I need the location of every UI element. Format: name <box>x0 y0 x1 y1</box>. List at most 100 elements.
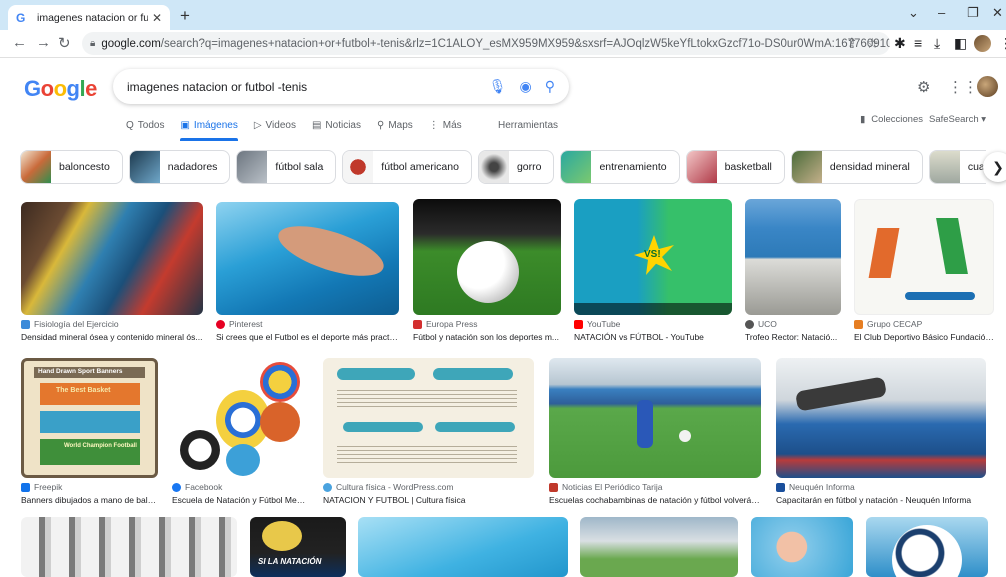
result-image[interactable] <box>751 517 853 577</box>
reload-icon[interactable]: ↻ <box>58 34 71 52</box>
reading-list-icon[interactable]: ≡ <box>914 35 922 51</box>
account-avatar[interactable] <box>977 76 998 97</box>
chip[interactable]: fútbol americano <box>342 150 472 184</box>
minimize-icon[interactable]: – <box>938 5 945 20</box>
image-result[interactable]: Cultura física - WordPress.com NATACION … <box>323 358 534 505</box>
chip[interactable]: basketball <box>685 150 785 184</box>
result-caption[interactable]: Si crees que el Futbol es el deporte más… <box>216 332 399 342</box>
result-image[interactable] <box>580 517 738 577</box>
tab-maps[interactable]: ⚲ Maps <box>377 120 413 131</box>
image-result[interactable]: Neuquén Informa Capacitarán en fútbol y … <box>776 358 986 505</box>
chevron-right-icon[interactable]: ❯ <box>983 152 1006 182</box>
result-caption[interactable]: Capacitarán en fútbol y natación - Neuqu… <box>776 495 986 505</box>
tab-news[interactable]: ▤ Noticias <box>312 120 361 131</box>
search-input[interactable]: imagenes natacion or futbol -tenis <box>127 80 476 94</box>
result-caption[interactable]: Escuela de Natación y Fútbol Medr... <box>172 495 309 505</box>
share-icon[interactable]: ⇪ <box>846 35 858 52</box>
chip[interactable]: densidad mineral <box>790 150 923 184</box>
close-tab-icon[interactable]: ✕ <box>152 11 162 25</box>
image-result[interactable]: Facebook Escuela de Natación y Fútbol Me… <box>172 358 309 505</box>
result-image[interactable] <box>854 199 994 315</box>
chip[interactable]: entrenamiento <box>560 150 680 184</box>
result-caption[interactable]: Densidad mineral ósea y contenido minera… <box>21 332 203 342</box>
image-result[interactable] <box>866 517 988 577</box>
result-image[interactable]: VS! <box>574 199 732 315</box>
address-bar[interactable]: 🔒︎ google.com/search?q=imagenes+natacion… <box>82 32 890 55</box>
chip[interactable]: fútbol sala <box>236 150 337 184</box>
result-image[interactable] <box>21 517 237 577</box>
image-result[interactable]: Hand Drawn Sport Banners The Best Basket… <box>21 358 158 505</box>
image-result[interactable]: Grupo CECAP El Club Deportivo Básico Fun… <box>854 199 994 342</box>
result-image[interactable] <box>549 358 761 478</box>
result-source[interactable]: Freepik <box>21 482 158 492</box>
result-source[interactable]: UCO <box>745 319 841 329</box>
chip[interactable]: gorro <box>477 150 555 184</box>
image-result[interactable] <box>21 517 237 577</box>
settings-gear-icon[interactable]: ⚙ <box>917 78 930 96</box>
result-source[interactable]: Cultura física - WordPress.com <box>323 482 534 492</box>
result-source[interactable]: Grupo CECAP <box>854 319 994 329</box>
result-caption[interactable]: NATACIÓN vs FÚTBOL - YouTube <box>574 332 732 342</box>
collections-link[interactable]: Colecciones <box>871 114 923 125</box>
search-box[interactable]: imagenes natacion or futbol -tenis 🎙︎ ◉ … <box>113 69 569 104</box>
result-image[interactable] <box>776 358 986 478</box>
tab-images[interactable]: ▣ Imágenes <box>180 120 237 131</box>
tab-videos[interactable]: ▷ Videos <box>254 120 296 131</box>
browser-tab[interactable]: G imagenes natacion or futbol -ten ✕ <box>8 5 170 30</box>
result-source[interactable]: Neuquén Informa <box>776 482 986 492</box>
result-image[interactable] <box>358 517 568 577</box>
result-image[interactable] <box>413 199 561 315</box>
safesearch-dropdown[interactable]: SafeSearch ▾ <box>929 114 986 125</box>
forward-icon[interactable]: → <box>36 34 51 51</box>
result-caption[interactable]: Fútbol y natación son los deportes m... <box>413 332 561 342</box>
result-source[interactable]: Fisiología del Ejercicio <box>21 319 203 329</box>
result-image[interactable]: SI LA NATACIÓN <box>250 517 346 577</box>
image-result[interactable]: Noticias El Periódico Tarija Escuelas co… <box>549 358 761 505</box>
google-logo[interactable]: Google <box>24 76 97 102</box>
tab-all[interactable]: Q Todos <box>126 120 164 131</box>
chip[interactable]: nadadores <box>128 150 231 184</box>
chip[interactable]: cuadro compara <box>928 150 986 184</box>
result-source[interactable]: Facebook <box>172 482 309 492</box>
microphone-icon[interactable]: 🎙︎ <box>489 78 507 95</box>
result-image[interactable]: Hand Drawn Sport Banners The Best Basket… <box>21 358 158 478</box>
result-caption[interactable]: Banners dibujados a mano de balo... <box>21 495 158 505</box>
image-result[interactable]: Pinterest Si crees que el Futbol es el d… <box>216 202 399 342</box>
image-result[interactable]: UCO Trofeo Rector: Natació... <box>745 199 841 342</box>
image-result[interactable]: SI LA NATACIÓN <box>250 517 346 577</box>
chrome-menu-icon[interactable]: ⋮ <box>999 35 1006 52</box>
result-image[interactable] <box>216 202 399 315</box>
result-caption[interactable]: Escuelas cochabambinas de natación y fút… <box>549 495 761 505</box>
search-icon[interactable]: ⚲ <box>545 78 555 95</box>
image-result[interactable] <box>358 517 568 577</box>
tools-button[interactable]: Herramientas <box>498 120 558 131</box>
image-result[interactable] <box>580 517 738 577</box>
image-result[interactable]: Europa Press Fútbol y natación son los d… <box>413 199 561 342</box>
close-window-icon[interactable]: ✕ <box>992 5 1003 21</box>
profile-avatar-small[interactable] <box>974 35 991 52</box>
result-image[interactable] <box>745 199 841 315</box>
tab-more[interactable]: ⋮ Más <box>429 120 462 131</box>
result-source[interactable]: YouTube <box>574 319 732 329</box>
result-source[interactable]: Pinterest <box>216 319 399 329</box>
back-icon[interactable]: ← <box>12 34 27 51</box>
tab-search-icon[interactable]: ⌄ <box>908 5 919 21</box>
new-tab-button[interactable]: + <box>180 6 190 26</box>
result-source[interactable]: Europa Press <box>413 319 561 329</box>
google-lens-icon[interactable]: ◉ <box>520 78 532 95</box>
result-image[interactable] <box>323 358 534 478</box>
image-result[interactable]: VS! YouTube NATACIÓN vs FÚTBOL - YouTube <box>574 199 732 342</box>
bookmark-star-icon[interactable]: ☆ <box>866 35 879 52</box>
result-caption[interactable]: El Club Deportivo Básico Fundación... <box>854 332 994 342</box>
download-icon[interactable]: ⤓ <box>934 35 940 52</box>
result-image[interactable] <box>866 517 988 577</box>
image-result[interactable]: Fisiología del Ejercicio Densidad minera… <box>21 202 203 342</box>
result-image[interactable] <box>172 358 309 478</box>
image-result[interactable] <box>751 517 853 577</box>
result-image[interactable] <box>21 202 203 315</box>
result-caption[interactable]: Trofeo Rector: Natació... <box>745 332 841 342</box>
result-caption[interactable]: NATACION Y FUTBOL | Cultura física <box>323 495 534 505</box>
extensions-puzzle-icon[interactable]: ✱ <box>894 35 906 52</box>
result-source[interactable]: Noticias El Periódico Tarija <box>549 482 761 492</box>
restore-icon[interactable]: ❐ <box>967 5 979 21</box>
